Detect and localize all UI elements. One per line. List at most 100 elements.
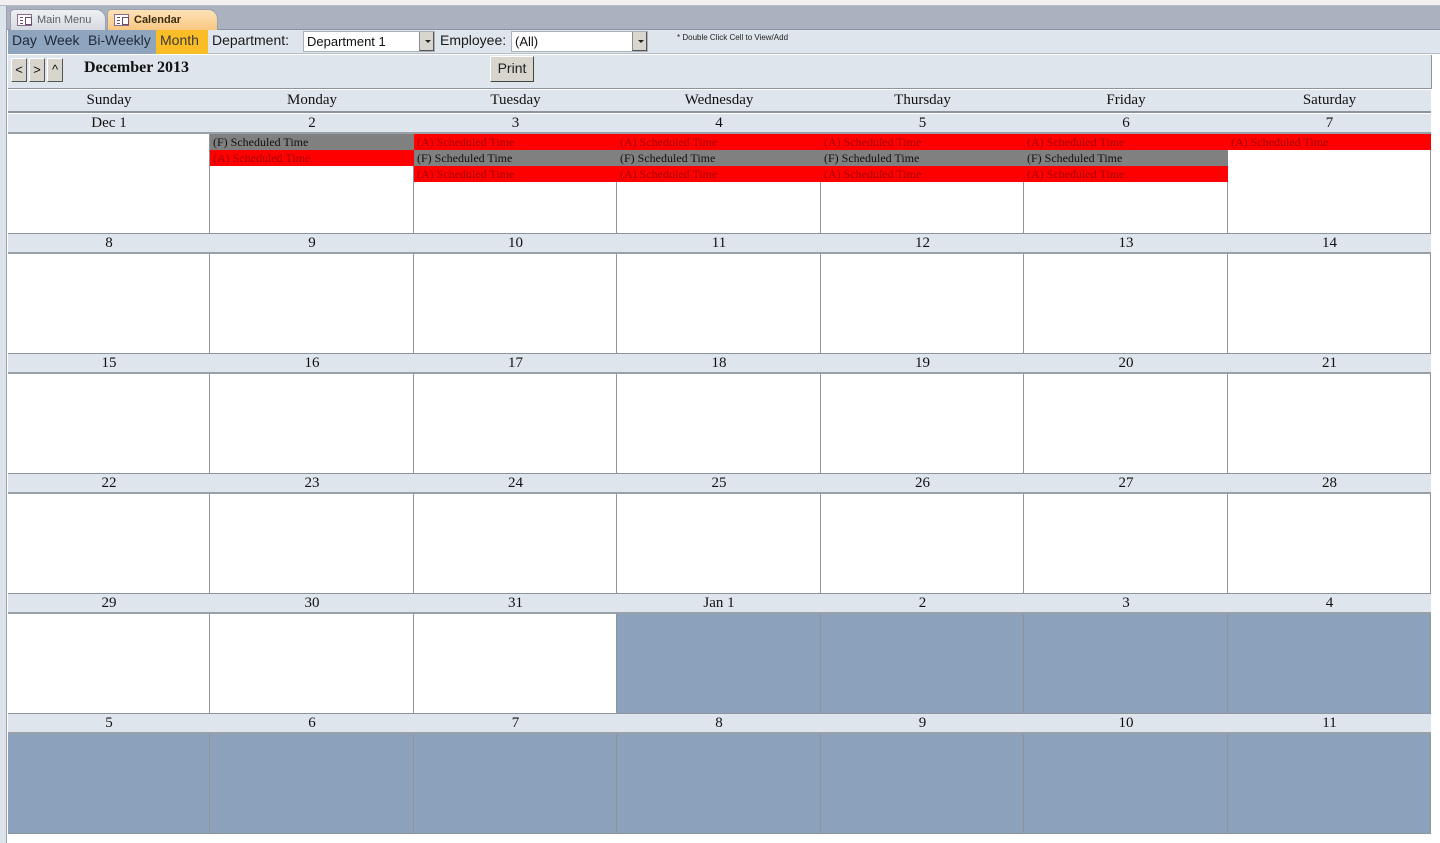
schedule-event-f[interactable]: (F) Scheduled Time: [210, 134, 415, 150]
schedule-event-a[interactable]: (A) Scheduled Time: [1024, 166, 1229, 182]
day-number[interactable]: 7: [1228, 114, 1431, 132]
day-cell[interactable]: [8, 374, 210, 474]
day-number[interactable]: 4: [1228, 594, 1431, 612]
day-number[interactable]: 11: [617, 234, 821, 252]
day-cell-other-month[interactable]: [8, 734, 210, 834]
chevron-down-icon[interactable]: [632, 32, 647, 51]
day-cell[interactable]: [1228, 254, 1431, 354]
day-number[interactable]: 9: [210, 234, 414, 252]
chevron-down-icon[interactable]: [419, 32, 434, 51]
day-number[interactable]: 12: [821, 234, 1024, 252]
department-select[interactable]: Department 1: [303, 31, 435, 52]
day-number[interactable]: 20: [1024, 354, 1228, 372]
view-month-button[interactable]: Month: [156, 30, 208, 54]
day-cell[interactable]: [821, 374, 1024, 474]
day-number[interactable]: 7: [414, 714, 617, 732]
schedule-event-a[interactable]: (A) Scheduled Time: [1228, 134, 1431, 150]
day-number[interactable]: 17: [414, 354, 617, 372]
day-number[interactable]: 2: [821, 594, 1024, 612]
day-cell[interactable]: [617, 254, 821, 354]
day-number[interactable]: 8: [617, 714, 821, 732]
day-number[interactable]: 5: [821, 114, 1024, 132]
day-cell[interactable]: [8, 134, 210, 234]
day-cell[interactable]: [210, 494, 414, 594]
day-cell-other-month[interactable]: [1228, 614, 1431, 714]
view-day-button[interactable]: Day: [8, 30, 40, 54]
schedule-event-f[interactable]: (F) Scheduled Time: [617, 150, 822, 166]
day-number[interactable]: 28: [1228, 474, 1431, 492]
day-cell-other-month[interactable]: [414, 734, 617, 834]
day-cell[interactable]: [414, 614, 617, 714]
day-number[interactable]: 26: [821, 474, 1024, 492]
next-month-button[interactable]: >: [29, 58, 45, 82]
schedule-event-f[interactable]: (F) Scheduled Time: [1024, 150, 1229, 166]
day-cell[interactable]: (A) Scheduled Time (F) Scheduled Time (A) …: [821, 134, 1025, 234]
day-cell[interactable]: (F) Scheduled Time (A) Scheduled Time: [210, 134, 415, 234]
print-button[interactable]: Print: [490, 56, 534, 82]
day-cell-other-month[interactable]: [210, 734, 414, 834]
day-cell-other-month[interactable]: [821, 614, 1024, 714]
day-cell-other-month[interactable]: [821, 734, 1024, 834]
current-month-button[interactable]: ^: [47, 58, 63, 82]
day-cell[interactable]: (A) Scheduled Time (F) Scheduled Time (A) …: [1024, 134, 1229, 234]
schedule-event-a[interactable]: (A) Scheduled Time: [821, 134, 1025, 150]
day-cell[interactable]: [1024, 374, 1228, 474]
day-number[interactable]: 21: [1228, 354, 1431, 372]
day-number[interactable]: 3: [1024, 594, 1228, 612]
day-cell[interactable]: [8, 614, 210, 714]
day-number[interactable]: 9: [821, 714, 1024, 732]
schedule-event-a[interactable]: (A) Scheduled Time: [617, 134, 822, 150]
day-number[interactable]: 2: [210, 114, 414, 132]
day-number[interactable]: 27: [1024, 474, 1228, 492]
tab-main-menu[interactable]: Main Menu: [10, 9, 106, 30]
day-cell[interactable]: [617, 494, 821, 594]
schedule-event-a[interactable]: (A) Scheduled Time: [210, 150, 415, 166]
schedule-event-a[interactable]: (A) Scheduled Time: [1024, 134, 1229, 150]
day-number[interactable]: 4: [617, 114, 821, 132]
day-number[interactable]: 6: [1024, 114, 1228, 132]
day-number[interactable]: 16: [210, 354, 414, 372]
day-cell-other-month[interactable]: [1024, 614, 1228, 714]
day-cell[interactable]: [414, 254, 617, 354]
day-number[interactable]: Jan 1: [617, 594, 821, 612]
day-cell-other-month[interactable]: [1228, 734, 1431, 834]
day-cell[interactable]: [1228, 494, 1431, 594]
day-cell[interactable]: [1024, 254, 1228, 354]
schedule-event-a[interactable]: (A) Scheduled Time: [414, 134, 618, 150]
day-number[interactable]: 8: [8, 234, 210, 252]
schedule-event-a[interactable]: (A) Scheduled Time: [617, 166, 822, 182]
day-number[interactable]: 30: [210, 594, 414, 612]
day-cell[interactable]: [210, 254, 414, 354]
day-cell[interactable]: [617, 374, 821, 474]
day-cell[interactable]: [210, 614, 414, 714]
day-cell[interactable]: (A) Scheduled Time (F) Scheduled Time (A) …: [414, 134, 618, 234]
day-cell[interactable]: [8, 494, 210, 594]
day-number[interactable]: 3: [414, 114, 617, 132]
day-number[interactable]: 22: [8, 474, 210, 492]
day-number[interactable]: 10: [414, 234, 617, 252]
schedule-event-a[interactable]: (A) Scheduled Time: [414, 166, 618, 182]
day-number[interactable]: 25: [617, 474, 821, 492]
day-cell[interactable]: [8, 254, 210, 354]
day-cell[interactable]: [821, 254, 1024, 354]
day-number[interactable]: 18: [617, 354, 821, 372]
day-number[interactable]: 13: [1024, 234, 1228, 252]
day-number[interactable]: 29: [8, 594, 210, 612]
day-number[interactable]: 15: [8, 354, 210, 372]
day-number[interactable]: 6: [210, 714, 414, 732]
day-cell[interactable]: [414, 494, 617, 594]
day-number[interactable]: Dec 1: [8, 114, 210, 132]
day-cell[interactable]: [414, 374, 617, 474]
day-cell[interactable]: [1024, 494, 1228, 594]
day-number[interactable]: 24: [414, 474, 617, 492]
day-number[interactable]: 23: [210, 474, 414, 492]
day-number[interactable]: 10: [1024, 714, 1228, 732]
day-cell-other-month[interactable]: [1024, 734, 1228, 834]
view-week-button[interactable]: Week: [40, 30, 84, 54]
day-cell[interactable]: (A) Scheduled Time: [1228, 134, 1431, 234]
day-cell[interactable]: [210, 374, 414, 474]
schedule-event-f[interactable]: (F) Scheduled Time: [821, 150, 1025, 166]
tab-calendar-view[interactable]: Calendar View: [107, 9, 218, 46]
schedule-event-a[interactable]: (A) Scheduled Time: [821, 166, 1025, 182]
day-cell-other-month[interactable]: [617, 614, 821, 714]
